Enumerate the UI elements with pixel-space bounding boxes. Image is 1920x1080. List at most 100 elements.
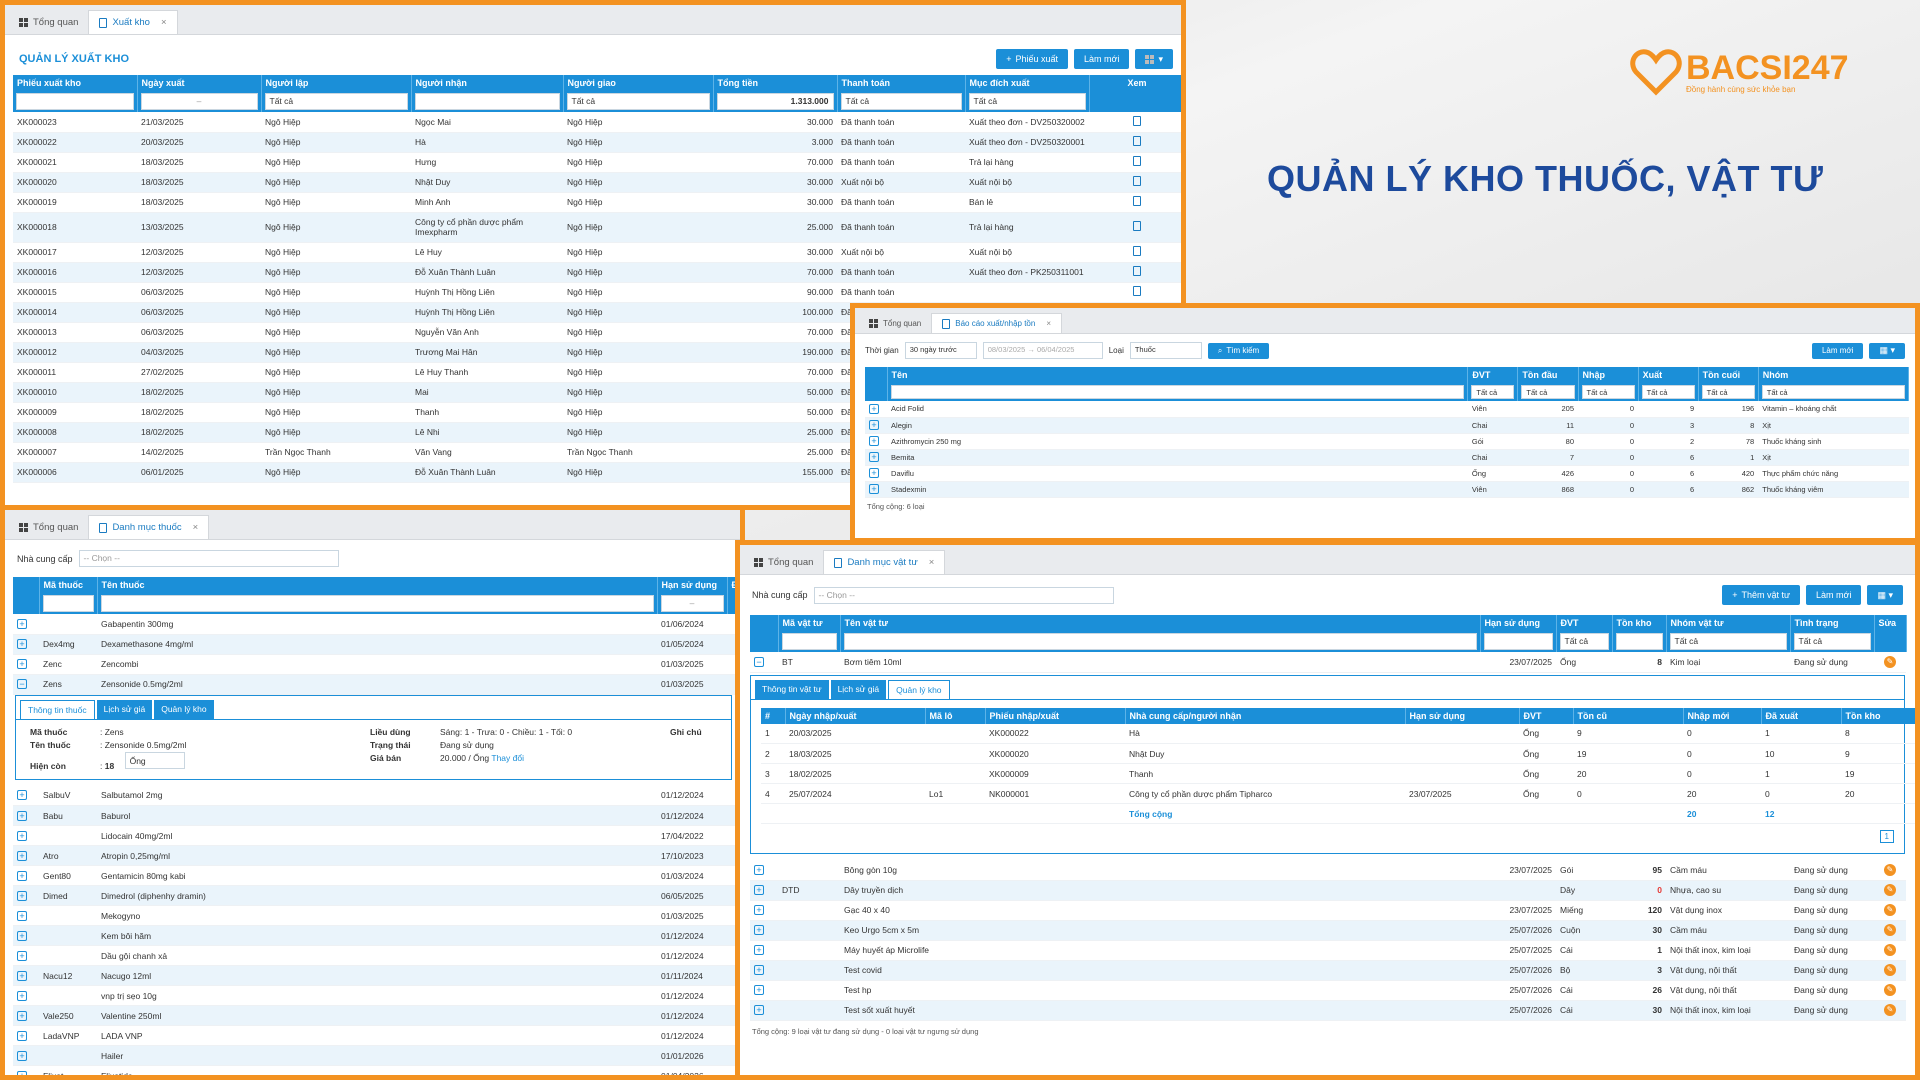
table-row[interactable]: + Dầu gội chanh xả 01/12/2024 [13, 945, 740, 966]
column-header[interactable]: Xuất [1638, 367, 1699, 383]
edit-pencil-icon[interactable]: ✎ [1884, 964, 1896, 976]
close-icon[interactable]: × [929, 557, 935, 568]
view-document-icon[interactable] [1133, 176, 1141, 186]
close-icon[interactable]: × [193, 522, 199, 533]
column-header[interactable]: Hạn sử dụng [657, 577, 728, 593]
table-row[interactable]: XK000021 18/03/2025 Ngô Hiệp Hưng Ngô Hiệp 70… [13, 152, 1181, 173]
column-filter[interactable]: Tất cả [1701, 385, 1755, 399]
subtab[interactable]: Thông tin thuốc [20, 699, 95, 719]
table-row[interactable]: + Hailer 01/01/2026 [13, 1045, 740, 1066]
search-button[interactable]: ⌕ Tìm kiếm [1207, 342, 1270, 359]
table-row[interactable]: − Zens Zensonide 0.5mg/2ml 01/03/2025 [13, 674, 740, 695]
view-document-icon[interactable] [1133, 136, 1141, 146]
column-filter[interactable]: Tất cả [1559, 633, 1609, 650]
table-row[interactable]: + Lidocain 40mg/2ml 17/04/2022 [13, 825, 740, 846]
column-header[interactable]: ĐVT [1556, 615, 1613, 631]
expand-plus-icon[interactable]: + [754, 1005, 764, 1015]
table-row[interactable]: XK000017 12/03/2025 Ngô Hiệp Lê Huy Ngô Hiệp… [13, 242, 1181, 263]
supplier-select[interactable]: -- Chọn -- [813, 586, 1114, 604]
column-header[interactable]: Ngày xuất [137, 75, 262, 91]
type-select[interactable]: Thuốc [1129, 342, 1202, 359]
edit-pencil-icon[interactable]: ✎ [1884, 863, 1896, 876]
filter-expiry[interactable]: – [660, 595, 724, 612]
expand-plus-icon[interactable]: + [754, 925, 764, 935]
edit-pencil-icon[interactable]: ✎ [1884, 1004, 1896, 1016]
view-document-icon[interactable] [1133, 266, 1141, 276]
expand-plus-icon[interactable]: + [17, 810, 27, 821]
edit-pencil-icon[interactable]: ✎ [1884, 884, 1896, 896]
view-document-icon[interactable] [1133, 115, 1141, 126]
table-row[interactable]: + Vale250 Valentine 250ml 01/12/2024 [13, 1005, 740, 1026]
column-header[interactable]: Nhóm vật tư [1666, 615, 1791, 631]
supplier-select[interactable]: -- Chọn -- [78, 550, 339, 567]
table-row[interactable]: + Flixot Flixotide 01/04/2026 [13, 1065, 740, 1075]
expand-plus-icon[interactable]: + [869, 403, 879, 414]
column-header[interactable]: Xem [1089, 75, 1181, 91]
filter-receiver[interactable] [414, 93, 560, 110]
close-icon[interactable]: × [161, 17, 167, 28]
column-filter[interactable]: Tất cả [1793, 633, 1871, 650]
column-header[interactable]: Tồn cuối [1698, 367, 1759, 383]
expand-plus-icon[interactable]: + [17, 830, 27, 841]
column-header[interactable]: Người giao [563, 75, 714, 91]
subtab[interactable]: Quản lý kho [888, 679, 950, 699]
refresh-button[interactable]: Làm mới [1074, 49, 1130, 69]
filter-med-code[interactable] [42, 595, 94, 612]
refresh-button[interactable]: Làm mới [1806, 585, 1862, 605]
tab-overview[interactable]: Tổng quan [744, 550, 823, 574]
table-row[interactable]: + Kem bôi hăm 01/12/2024 [13, 925, 740, 946]
subtab[interactable]: Lịch sử giá [96, 699, 153, 719]
table-row[interactable]: − BT Bơm tiêm 10ml 23/07/2025 Ống 8 Kim loại Đa… [750, 652, 1906, 673]
column-menu-button[interactable]: ▦ ▾ [1867, 585, 1903, 605]
table-row[interactable]: + LadaVNP LADA VNP 01/12/2024 [13, 1025, 740, 1046]
expand-plus-icon[interactable]: + [17, 950, 27, 961]
filter-purpose[interactable]: Tất cả [968, 93, 1086, 110]
column-header[interactable]: Người nhận [411, 75, 564, 91]
expand-plus-icon[interactable]: + [17, 930, 27, 941]
add-export-button[interactable]: + Phiếu xuất [996, 49, 1069, 69]
table-row[interactable]: + Dimed Dimedrol (diphenhy dramin) 06/05/20… [13, 885, 740, 906]
expand-plus-icon[interactable]: + [17, 910, 27, 921]
change-price-link[interactable]: Thay đổi [491, 753, 524, 763]
expand-plus-icon[interactable]: + [869, 484, 879, 494]
table-row[interactable]: + Bông gòn 10g 23/07/2025 Gói 95 Cầm máu Đang … [750, 860, 1906, 881]
column-header[interactable]: Sửa [1874, 615, 1907, 631]
view-document-icon[interactable] [1133, 221, 1141, 231]
table-row[interactable]: + Atro Atropin 0,25mg/ml 17/10/2023 [13, 845, 740, 866]
table-row[interactable]: + Gabapentin 300mg 01/06/2024 [13, 614, 740, 635]
column-header[interactable]: Tồn kho [1612, 615, 1667, 631]
expand-plus-icon[interactable]: + [754, 985, 764, 995]
view-document-icon[interactable] [1133, 246, 1141, 256]
column-header[interactable]: ĐVT [1467, 367, 1519, 383]
column-filter[interactable]: Tất cả [1761, 385, 1905, 399]
add-supply-button[interactable]: + Thêm vật tư [1722, 585, 1801, 605]
filter-code[interactable] [16, 93, 134, 110]
column-header[interactable]: Tổng tiền [713, 75, 838, 91]
column-filter[interactable]: Tất cả [1669, 633, 1787, 650]
tab-overview[interactable]: Tổng quan [9, 10, 88, 34]
column-header[interactable]: Tình trạng [1790, 615, 1875, 631]
expand-plus-icon[interactable]: + [17, 850, 27, 861]
close-icon[interactable]: × [1046, 319, 1051, 328]
table-row[interactable]: + Dex4mg Dexamethasone 4mg/ml 01/05/2024 [13, 634, 740, 655]
pagination-current[interactable]: 1 [1879, 830, 1894, 843]
expand-plus-icon[interactable]: + [754, 885, 764, 895]
expand-plus-icon[interactable]: + [17, 618, 27, 629]
expand-plus-icon[interactable]: + [17, 659, 27, 669]
table-row[interactable]: + Máy huyết áp Microlife 25/07/2025 Cái 1 Nội… [750, 940, 1906, 961]
filter-date[interactable]: – [140, 93, 258, 110]
column-header[interactable]: Tên thuốc [97, 577, 658, 593]
tab-overview[interactable]: Tổng quan [9, 515, 88, 539]
expand-plus-icon[interactable]: + [869, 468, 879, 478]
edit-pencil-icon[interactable]: ✎ [1884, 944, 1896, 956]
table-row[interactable]: + Test hp 25/07/2026 Cái 26 Vật dụng, nội thấ… [750, 980, 1906, 1001]
table-row[interactable]: + Alegin Chai 11 0 3 8 Xịt [865, 417, 1909, 434]
table-row[interactable]: + DTD Dây truyền dịch Dây 0 Nhựa, cao su Đang … [750, 880, 1906, 901]
table-row[interactable]: + vnp trị sẹo 10g 01/12/2024 [13, 985, 740, 1006]
column-header[interactable]: Hạn sử dụng [1480, 615, 1557, 631]
filter-creator[interactable]: Tất cả [264, 93, 408, 110]
expand-plus-icon[interactable]: + [17, 890, 27, 901]
edit-pencil-icon[interactable]: ✎ [1884, 924, 1896, 936]
table-row[interactable]: XK000015 06/03/2025 Ngô Hiệp Huỳnh Thị Hồng… [13, 282, 1181, 303]
tab-export[interactable]: Xuất kho × [88, 10, 178, 34]
